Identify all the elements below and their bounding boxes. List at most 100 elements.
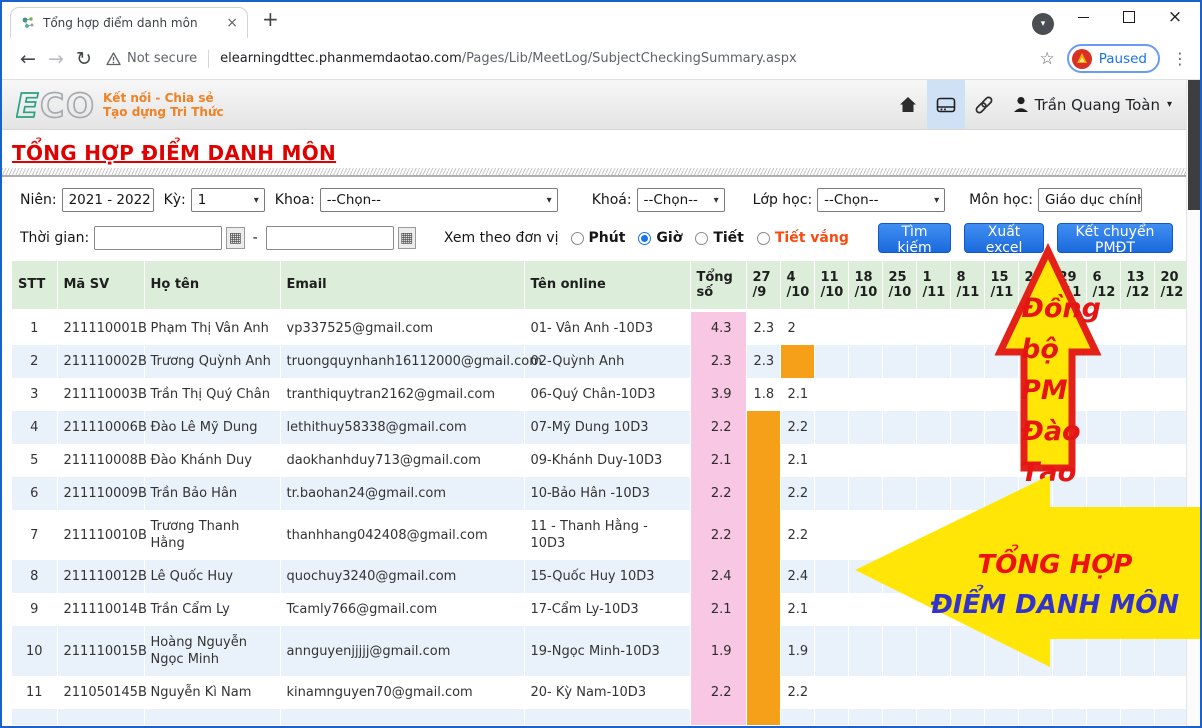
cell-day <box>1120 345 1154 378</box>
tab-close-icon[interactable]: × <box>226 15 238 31</box>
cell-email: vp337525@gmail.com <box>280 311 524 346</box>
page-title: TỔNG HỢP ĐIỂM DANH MÔN <box>12 141 336 165</box>
cell-tong-so: 2.3 <box>690 345 746 378</box>
radio-option-0[interactable]: Phút <box>571 230 626 246</box>
browser-toolbar: ← → ↻ Not secure elearningdttec.phanmemd… <box>2 38 1200 80</box>
calendar-from-icon[interactable]: ▦ <box>226 227 244 249</box>
cell-day <box>1052 676 1086 709</box>
forward-button[interactable]: → <box>42 48 70 70</box>
date-month: /10 <box>821 285 842 300</box>
eco-logo[interactable]: E C O Kết nối - Chia sẻ Tạo dựng Tri Thứ… <box>16 87 224 123</box>
cell-day <box>746 411 780 444</box>
filter-select-0[interactable]: 2021 - 2022▾ <box>62 188 154 212</box>
cell-day <box>848 444 882 477</box>
sync-paused-badge[interactable]: Paused <box>1067 44 1160 73</box>
cell-stt: 8 <box>12 560 57 593</box>
cell-day <box>1120 378 1154 411</box>
cell-day <box>746 444 780 477</box>
cell-day <box>1154 676 1186 709</box>
filter-select-1[interactable]: 1▾ <box>191 188 265 212</box>
cell-day <box>848 411 882 444</box>
radio-label-0: Phút <box>589 230 626 246</box>
filter-select-5[interactable]: Giáo dục chính trị -▾ <box>1038 188 1142 212</box>
back-button[interactable]: ← <box>14 48 42 70</box>
cell-day <box>814 311 848 346</box>
radio-circle-1 <box>638 232 651 245</box>
date-day: 1 <box>923 270 944 285</box>
cell-day <box>916 311 950 346</box>
cell-stt: 2 <box>12 345 57 378</box>
cell-day <box>814 378 848 411</box>
header-date-25-10: 25/10 <box>882 261 916 311</box>
cell-day <box>882 676 916 709</box>
header-stt: STT <box>12 261 57 311</box>
cell-ho-ten: Trần Bảo Hân <box>144 477 280 510</box>
cell-tong-so: 4.3 <box>690 311 746 346</box>
header-date-11-10: 11/10 <box>814 261 848 311</box>
scrollbar-thumb[interactable] <box>1188 80 1200 210</box>
menu-kebab-icon[interactable]: ⋮ <box>1172 49 1188 68</box>
cell-ma-sv: 211110001B <box>57 311 144 346</box>
up-arrow-line-3: Đào <box>1021 411 1101 452</box>
cell-day <box>1154 345 1186 378</box>
cell-day: 2.1 <box>780 593 814 626</box>
cell-ma-sv: 211050145B <box>57 676 144 709</box>
cell-tong-so: 3.9 <box>690 378 746 411</box>
filter-select-4[interactable]: --Chọn--▾ <box>817 188 945 212</box>
date-month: /10 <box>855 285 876 300</box>
calendar-to-icon[interactable]: ▦ <box>398 227 416 249</box>
radio-circle-0 <box>571 232 584 245</box>
cell-day <box>746 709 780 725</box>
close-button[interactable]: × <box>1152 2 1198 32</box>
browser-tab[interactable]: Tổng hợp điểm danh môn × <box>10 7 248 38</box>
cell-tong-so: 2.2 <box>690 676 746 709</box>
filter-label-2: Khoa: <box>275 192 315 208</box>
address-bar[interactable]: Not secure elearningdttec.phanmemdaotao.… <box>106 50 1027 68</box>
user-menu[interactable]: Trần Quang Toàn ▾ <box>1013 96 1172 114</box>
tab-favicon <box>20 15 36 31</box>
maximize-icon <box>1123 11 1135 23</box>
time-from-input[interactable] <box>94 226 222 250</box>
home-nav-button[interactable] <box>889 80 927 129</box>
filter-select-value-3: --Chọn-- <box>644 192 698 208</box>
up-arrow-line-1: bộ <box>1021 329 1101 370</box>
bookmark-star-icon[interactable]: ☆ <box>1039 49 1054 69</box>
cell-stt: 7 <box>12 510 57 560</box>
filter-select-2[interactable]: --Chọn--▾ <box>320 188 558 212</box>
cell-day <box>1086 709 1120 725</box>
radio-option-2[interactable]: Tiết <box>695 230 744 246</box>
radio-option-1[interactable]: Giờ <box>638 230 682 246</box>
header-date-27-9: 27/9 <box>746 261 780 311</box>
cell-ho-ten: Trương Quỳnh Anh <box>144 345 280 378</box>
header-total: Tổng số <box>690 261 746 311</box>
action-button-0[interactable]: Tìm kiếm <box>878 223 951 253</box>
header-masv: Mã SV <box>57 261 144 311</box>
minimize-button[interactable] <box>1060 2 1106 32</box>
filter-panel: Niên:2021 - 2022▾Kỳ:1▾Khoa:--Chọn--▾Khoá… <box>2 177 1186 253</box>
cell-day: 2 <box>780 311 814 346</box>
link-nav-button[interactable] <box>965 80 1003 129</box>
cell-ma-sv: 211110009B <box>57 477 144 510</box>
table-row: 11211050145BNguyễn Kì Namkinamnguyen70@g… <box>12 676 1186 709</box>
cell-day <box>984 676 1018 709</box>
cell-day <box>1120 444 1154 477</box>
cell-day <box>848 676 882 709</box>
radio-option-3[interactable]: Tiết vắng <box>757 230 849 246</box>
svg-text:C: C <box>40 87 64 123</box>
cell-day <box>1120 676 1154 709</box>
maximize-button[interactable] <box>1106 2 1152 32</box>
filter-select-3[interactable]: --Chọn--▾ <box>637 188 725 212</box>
library-nav-button[interactable] <box>927 80 965 129</box>
cell-day: 2.2 <box>780 676 814 709</box>
reload-button[interactable]: ↻ <box>70 48 98 70</box>
omnibox-divider <box>208 50 209 68</box>
cell-tong-so: 1.9 <box>690 626 746 676</box>
cell-day <box>916 444 950 477</box>
cell-day <box>950 411 984 444</box>
cell-day <box>882 345 916 378</box>
new-tab-button[interactable]: + <box>262 7 279 31</box>
time-to-input[interactable] <box>266 226 394 250</box>
chevron-down-circle-icon[interactable]: ▾ <box>1032 13 1054 35</box>
eco-logo-icon: E C O <box>16 87 96 123</box>
cell-day <box>984 709 1018 725</box>
